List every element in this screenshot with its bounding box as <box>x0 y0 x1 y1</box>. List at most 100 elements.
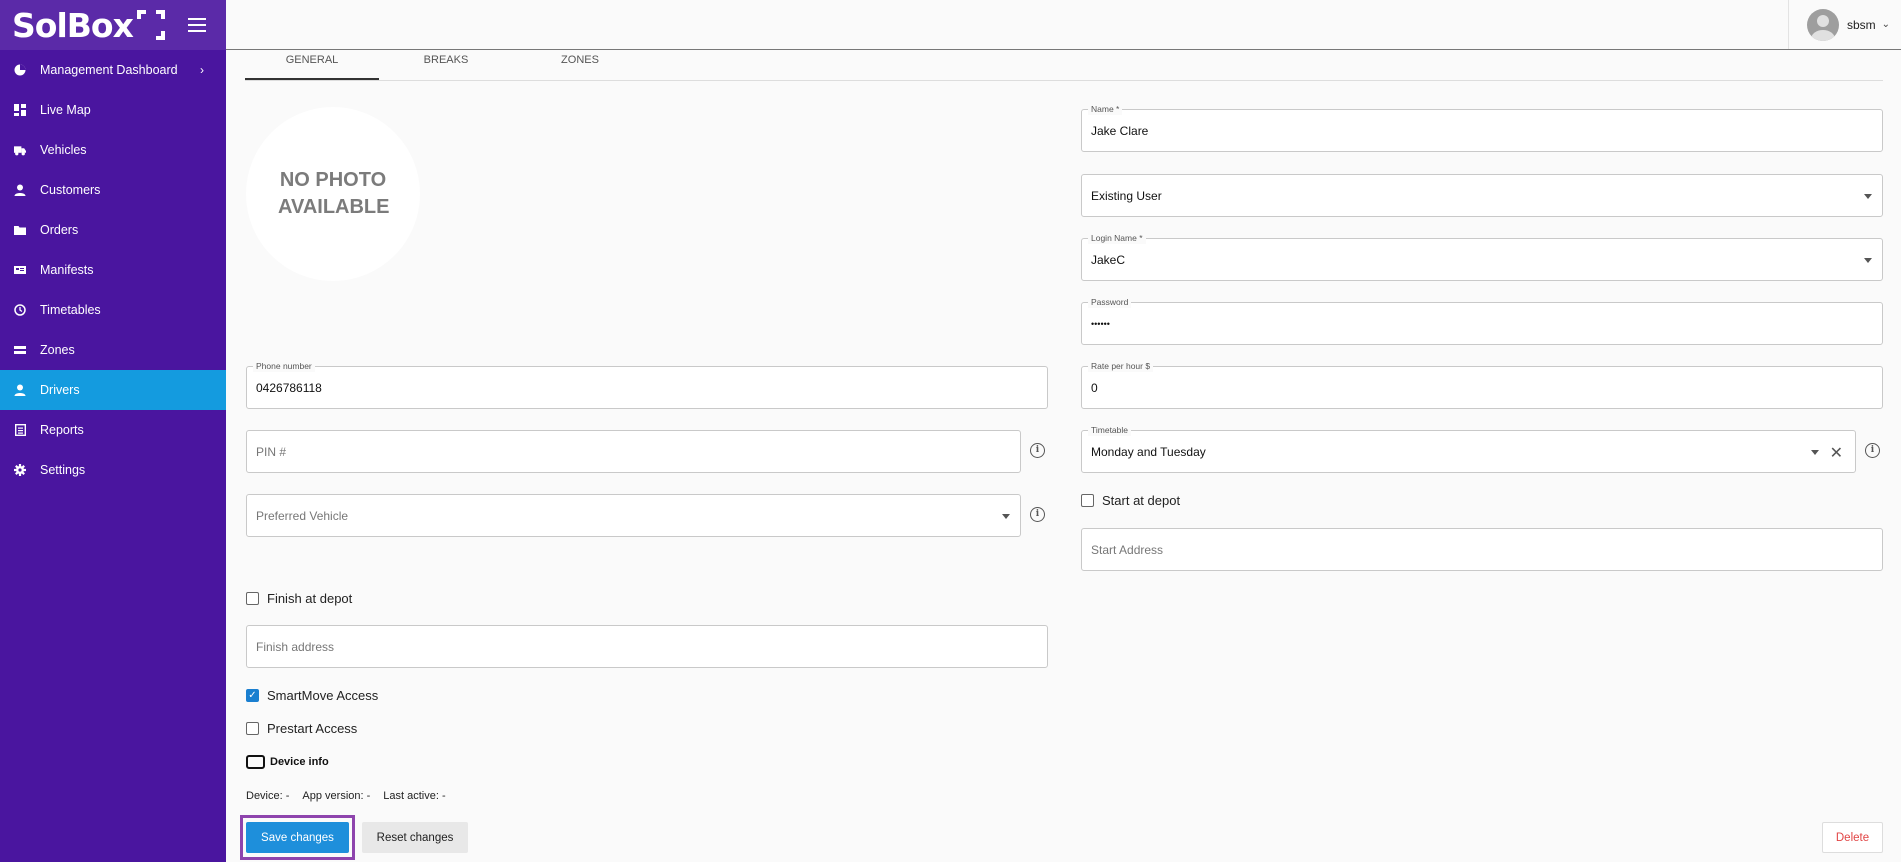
phone-number-value: 0426786118 <box>256 381 322 395</box>
dashboard-icon <box>14 104 26 116</box>
zones-icon <box>14 344 26 356</box>
timetable-label: Timetable <box>1088 424 1132 436</box>
sidebar-item-label: Orders <box>40 223 79 237</box>
sidebar-item-settings[interactable]: Settings <box>0 450 226 490</box>
delete-button[interactable]: Delete <box>1822 822 1883 853</box>
password-label: Password <box>1088 296 1132 308</box>
gear-icon <box>14 464 26 476</box>
sidebar-item-manifests[interactable]: Manifests <box>0 250 226 290</box>
sidebar-item-label: Zones <box>40 343 75 357</box>
brand-bar: SolBox <box>0 0 226 50</box>
person-icon <box>14 384 26 396</box>
sidebar-item-label: Settings <box>40 463 86 477</box>
clear-icon[interactable]: ✕ <box>1830 443 1843 463</box>
sidebar-item-zones[interactable]: Zones <box>0 330 226 370</box>
save-button[interactable]: Save changes <box>246 822 349 853</box>
device-text: Device: - <box>246 790 290 802</box>
smartmove-access-label: SmartMove Access <box>267 688 379 703</box>
app-version-text: App version: - <box>302 790 371 802</box>
tab-zones[interactable]: ZONES <box>513 50 647 80</box>
phone-number-label: Phone number <box>253 360 315 372</box>
smartmove-access-checkbox[interactable]: ✓ SmartMove Access <box>246 688 378 703</box>
checkbox-icon <box>246 722 259 735</box>
username: sbsm <box>1847 17 1876 32</box>
last-active-text: Last active: - <box>383 790 446 802</box>
chevron-down-icon: ⌄ <box>1881 19 1891 30</box>
login-name-select[interactable]: Login Name * JakeC <box>1081 232 1883 281</box>
user-type-select[interactable]: Existing User <box>1081 174 1883 217</box>
prestart-access-label: Prestart Access <box>267 721 358 736</box>
sidebar-item-timetables[interactable]: Timetables <box>0 290 226 330</box>
checkmark-icon: ✓ <box>246 689 259 702</box>
pin-info-icon[interactable]: i <box>1030 443 1045 458</box>
checkbox-icon <box>1081 494 1094 507</box>
sidebar-item-orders[interactable]: Orders <box>0 210 226 250</box>
person-icon <box>14 184 26 196</box>
sidebar-item-reports[interactable]: Reports <box>0 410 226 450</box>
sidebar-item-label: Reports <box>40 423 84 437</box>
top-header: sbsm ⌄ <box>226 0 1901 50</box>
sidebar-item-label: Management Dashboard <box>40 63 178 77</box>
device-info-label: Device info <box>270 756 329 768</box>
preferred-vehicle-select[interactable]: Preferred Vehicle <box>246 494 1021 537</box>
report-icon <box>14 424 26 436</box>
phone-number-field[interactable]: Phone number 0426786118 <box>246 360 1048 409</box>
password-field[interactable]: Password •••••• <box>1081 296 1883 345</box>
sidebar-item-label: Live Map <box>40 103 91 117</box>
hamburger-menu-icon[interactable] <box>188 18 206 32</box>
sidebar-item-label: Manifests <box>40 263 94 277</box>
finish-address-field[interactable]: Finish address <box>246 625 1048 668</box>
chevron-right-icon: › <box>200 63 204 77</box>
name-field[interactable]: Name * Jake Clare <box>1081 103 1883 152</box>
sidebar: SolBox Management Dashboard › Live Map V… <box>0 0 226 862</box>
avatar <box>1807 8 1839 41</box>
name-label: Name * <box>1088 103 1123 115</box>
sidebar-item-customers[interactable]: Customers <box>0 170 226 210</box>
login-name-value: JakeC <box>1091 253 1126 267</box>
clock-icon <box>14 304 26 316</box>
pie-chart-icon <box>14 64 26 76</box>
logo[interactable]: SolBox <box>12 6 165 45</box>
pin-field[interactable]: PIN # <box>246 430 1021 473</box>
logo-text: SolBox <box>12 5 134 45</box>
sidebar-item-label: Timetables <box>40 303 101 317</box>
tab-general[interactable]: GENERAL <box>245 50 379 80</box>
preferred-vehicle-placeholder: Preferred Vehicle <box>256 509 349 523</box>
password-value: •••••• <box>1091 319 1110 329</box>
finish-at-depot-checkbox[interactable]: Finish at depot <box>246 591 352 606</box>
no-photo-text: NO PHOTO AVAILABLE <box>278 169 390 218</box>
user-type-value: Existing User <box>1091 189 1162 203</box>
tab-breaks[interactable]: BREAKS <box>379 50 513 80</box>
timetable-select[interactable]: Timetable Monday and Tuesday ✕ <box>1081 424 1856 473</box>
finish-address-placeholder: Finish address <box>256 640 335 654</box>
rate-per-hour-field[interactable]: Rate per hour $ 0 <box>1081 360 1883 409</box>
dropdown-arrow-icon <box>1002 514 1010 519</box>
sidebar-item-label: Vehicles <box>40 143 87 157</box>
name-value: Jake Clare <box>1091 124 1149 138</box>
folder-icon <box>14 224 26 236</box>
device-info-toggle[interactable]: Device info <box>246 755 329 769</box>
sidebar-item-drivers[interactable]: Drivers <box>0 370 226 410</box>
rate-per-hour-label: Rate per hour $ <box>1088 360 1154 372</box>
prestart-access-checkbox[interactable]: Prestart Access <box>246 721 357 736</box>
reset-button[interactable]: Reset changes <box>362 822 468 853</box>
checkbox-icon <box>246 592 259 605</box>
sidebar-item-management-dashboard[interactable]: Management Dashboard › <box>0 50 226 90</box>
sidebar-item-label: Customers <box>40 183 101 197</box>
dropdown-arrow-icon[interactable] <box>1811 450 1819 455</box>
logo-mark-icon <box>136 10 165 40</box>
sidebar-item-vehicles[interactable]: Vehicles <box>0 130 226 170</box>
start-at-depot-checkbox[interactable]: Start at depot <box>1081 493 1180 508</box>
start-address-field[interactable]: Start Address <box>1081 528 1883 571</box>
preferred-vehicle-info-icon[interactable]: i <box>1030 507 1045 522</box>
sidebar-item-label: Drivers <box>40 383 80 397</box>
timetable-value: Monday and Tuesday <box>1091 445 1206 459</box>
device-details: Device: - App version: - Last active: - <box>246 790 446 802</box>
sidebar-item-live-map[interactable]: Live Map <box>0 90 226 130</box>
login-name-label: Login Name * <box>1088 232 1146 244</box>
tab-bar: GENERAL BREAKS ZONES <box>245 50 1883 81</box>
timetable-info-icon[interactable]: i <box>1865 443 1880 458</box>
driver-photo[interactable]: NO PHOTO AVAILABLE <box>246 107 420 281</box>
rate-per-hour-value: 0 <box>1091 381 1098 395</box>
user-menu[interactable]: sbsm ⌄ <box>1788 0 1901 49</box>
